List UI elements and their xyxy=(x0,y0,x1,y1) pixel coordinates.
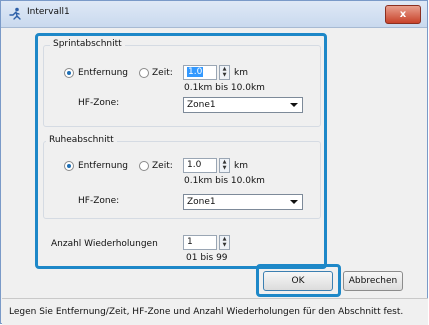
sprint-time-label: Zeit: xyxy=(152,68,173,78)
rest-hf-label: HF-Zone: xyxy=(78,196,120,206)
runner-icon xyxy=(9,7,21,20)
repeats-label: Anzahl Wiederholungen xyxy=(51,239,158,249)
sprint-legend: Sprintabschnitt xyxy=(50,39,125,49)
rest-time-label: Zeit: xyxy=(152,161,173,171)
close-button[interactable]: x xyxy=(385,5,421,24)
spin-down-icon: ▼ xyxy=(222,72,227,78)
rest-time-radio[interactable] xyxy=(139,161,149,171)
repeats-range: 01 bis 99 xyxy=(186,253,228,263)
spin-down-icon: ▼ xyxy=(222,165,227,171)
title-bar: Intervall1 x xyxy=(1,1,427,28)
sprint-time-radio[interactable] xyxy=(139,68,149,78)
dialog-window: Intervall1 x Sprintabschnitt Entfernung … xyxy=(0,0,428,325)
rest-range: 0.1km bis 10.0km xyxy=(184,176,265,186)
spin-down-icon: ▼ xyxy=(222,242,227,248)
chevron-down-icon xyxy=(290,200,298,204)
rest-distance-label: Entfernung xyxy=(78,161,128,171)
sprint-value-spinner[interactable]: ▲ ▼ xyxy=(219,65,230,80)
repeats-spinner[interactable]: ▲ ▼ xyxy=(219,235,230,250)
rest-value-input[interactable]: 1.0 xyxy=(183,158,217,173)
chevron-down-icon xyxy=(290,103,298,107)
rest-distance-radio[interactable] xyxy=(64,161,74,171)
sprint-group: Sprintabschnitt xyxy=(43,39,321,127)
sprint-value-input[interactable]: 1.0 xyxy=(183,65,217,80)
sprint-distance-radio[interactable] xyxy=(64,68,74,78)
ok-button[interactable]: OK xyxy=(263,271,333,291)
window-title: Intervall1 xyxy=(27,7,70,17)
sprint-distance-label: Entfernung xyxy=(78,68,128,78)
sprint-range: 0.1km bis 10.0km xyxy=(184,83,265,93)
cancel-button[interactable]: Abbrechen xyxy=(343,271,403,291)
rest-unit: km xyxy=(234,161,248,171)
sprint-hf-label: HF-Zone: xyxy=(78,98,120,108)
status-text: Legen Sie Entfernung/Zeit, HF-Zone und A… xyxy=(9,307,404,317)
close-icon: x xyxy=(399,9,407,20)
rest-value-spinner[interactable]: ▲ ▼ xyxy=(219,158,230,173)
sprint-unit: km xyxy=(234,68,248,78)
rest-hf-select[interactable]: Zone1 xyxy=(183,194,303,210)
repeats-input[interactable]: 1 xyxy=(183,235,217,250)
rest-legend: Ruheabschnitt xyxy=(46,135,117,145)
status-bar: Legen Sie Entfernung/Zeit, HF-Zone und A… xyxy=(2,298,428,325)
sprint-hf-select[interactable]: Zone1 xyxy=(183,97,303,113)
